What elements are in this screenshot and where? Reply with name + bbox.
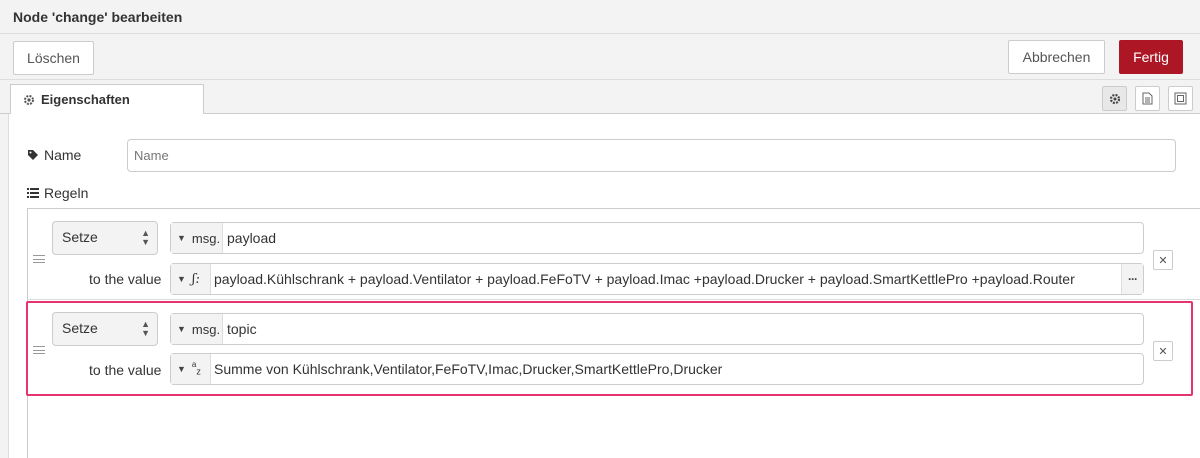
remove-rule-button[interactable]: ✕	[1153, 250, 1173, 270]
drag-handle-icon[interactable]	[33, 255, 45, 263]
dialog-title: Node 'change' bearbeiten	[0, 0, 1200, 34]
done-button[interactable]: Fertig	[1119, 40, 1183, 74]
target-type-button[interactable]: ▼ msg.	[171, 223, 223, 253]
rule-value-input[interactable]: ▼ ʃ: payload.Kühlschrank + payload.Venti…	[170, 263, 1144, 295]
gear-icon	[1109, 93, 1120, 104]
appearance-tab-button[interactable]	[1168, 86, 1193, 111]
target-prefix: msg.	[191, 230, 221, 246]
frame-icon	[1174, 92, 1187, 105]
document-icon	[1142, 92, 1153, 105]
name-label: Name	[44, 147, 82, 163]
rule-divider	[28, 299, 1200, 300]
gear-icon	[24, 94, 34, 105]
tag-icon	[28, 150, 38, 160]
name-row-label: Name	[27, 147, 81, 163]
cancel-button[interactable]: Abbrechen	[1008, 40, 1105, 74]
select-arrows-icon: ▲ ▼	[141, 228, 150, 247]
rule-target-input[interactable]: ▼ msg. payload	[170, 222, 1144, 254]
caret-down-icon: ▼	[177, 274, 186, 284]
tabs-bar: Eigenschaften	[0, 80, 1200, 115]
close-icon: ✕	[1158, 254, 1168, 267]
caret-down-icon: ▼	[177, 233, 186, 243]
name-input[interactable]	[127, 139, 1176, 172]
jsonata-icon: ʃ:	[191, 271, 200, 287]
expression-editor-button[interactable]: ···	[1121, 264, 1143, 294]
tab-properties-label: Eigenschaften	[41, 92, 130, 107]
value-type-button[interactable]: ▼ ʃ:	[171, 264, 211, 294]
list-icon	[27, 188, 39, 198]
delete-button[interactable]: Löschen	[13, 41, 94, 75]
description-tab-button[interactable]	[1135, 86, 1160, 111]
rules-row-label: Regeln	[27, 185, 88, 201]
highlight-box	[26, 301, 1193, 396]
rule-action-value: Setze	[62, 229, 98, 245]
settings-tab-button[interactable]	[1102, 86, 1127, 111]
to-the-value-label: to the value	[89, 271, 162, 287]
tab-properties[interactable]: Eigenschaften	[10, 84, 204, 115]
rules-label: Regeln	[44, 185, 89, 201]
action-bar: Löschen Abbrechen Fertig	[0, 34, 1200, 80]
rule-action-select[interactable]: Setze ▲ ▼	[52, 221, 158, 255]
target-value: payload	[227, 230, 277, 246]
value-expression: payload.Kühlschrank + payload.Ventilator…	[214, 271, 1075, 287]
